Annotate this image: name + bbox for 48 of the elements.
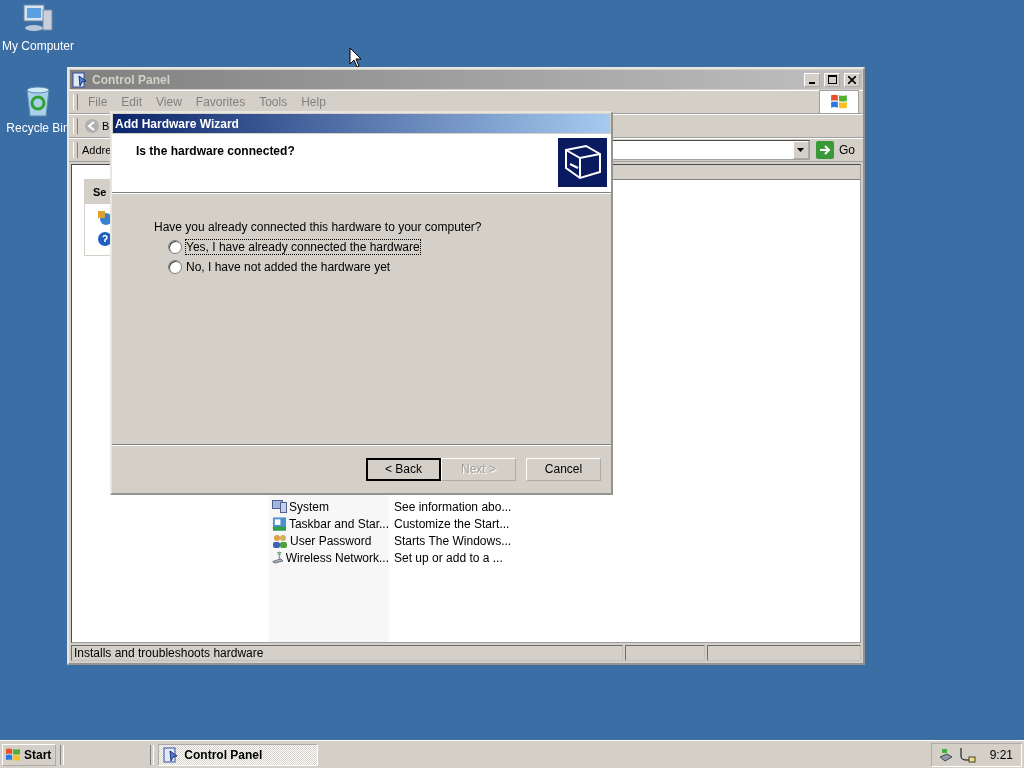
close-button[interactable] (844, 72, 860, 87)
browser-back-button[interactable]: B (82, 118, 112, 134)
minimize-icon (809, 81, 815, 84)
taskbar-icon (272, 515, 287, 532)
maximize-button[interactable] (824, 72, 840, 87)
dialog-title: Add Hardware Wizard (115, 116, 240, 131)
item-comment: Customize the Start... (393, 516, 511, 531)
wizard-heading: Is the hardware connected? (136, 144, 295, 160)
item-comment: Starts The Windows... (393, 533, 513, 548)
plug-icon[interactable] (957, 746, 976, 763)
item-name[interactable]: Taskbar and Star... (269, 515, 389, 532)
hardware-icon[interactable] (937, 746, 954, 763)
windows-logo-icon (5, 746, 21, 763)
status-text: Installs and troubleshoots hardware (71, 645, 623, 661)
window-title: Control Panel (92, 72, 171, 87)
radio-label[interactable]: No, I have not added the hardware yet (186, 260, 391, 274)
question-text: Have you already connected this hardware to your computer? (154, 220, 483, 234)
back-button[interactable]: < Back (366, 457, 441, 481)
wireless-icon (272, 549, 284, 566)
maximize-icon (827, 75, 837, 84)
minimize-button[interactable] (804, 72, 820, 87)
close-icon (848, 75, 856, 84)
radio-button[interactable] (168, 260, 182, 274)
item-comment: Set up or add to a ... (393, 550, 504, 565)
cursor-icon (349, 47, 362, 68)
cancel-button[interactable]: Cancel (526, 457, 601, 481)
desktop-icon-label[interactable]: My Computer (2, 39, 74, 53)
start-button[interactable]: Start (2, 743, 57, 766)
item-name[interactable]: Wireless Network... (269, 549, 389, 566)
caret-icon (797, 148, 805, 152)
control-panel-icon (163, 746, 180, 763)
item-name[interactable]: System (269, 499, 389, 514)
go-button[interactable]: Go (816, 141, 859, 159)
windows-logo-icon (830, 93, 848, 111)
panel-title: Se (93, 186, 107, 198)
dropdown-button[interactable] (793, 141, 809, 159)
control-panel-icon (72, 71, 88, 88)
radio-button[interactable] (168, 240, 182, 254)
address-label: Addre (82, 144, 112, 156)
taskbar-button[interactable]: Control Panel (158, 743, 319, 766)
users-icon (272, 532, 288, 549)
hardware-drawing (558, 138, 607, 187)
computer-icon (272, 500, 287, 513)
item-name[interactable]: User Password (269, 532, 389, 549)
item-comment: See information abo... (393, 499, 513, 514)
radio-label[interactable]: Yes, I have already connected the hardware (186, 240, 420, 254)
recycle-bin-icon[interactable] (23, 84, 53, 118)
clock: 9:21 (989, 747, 1013, 762)
